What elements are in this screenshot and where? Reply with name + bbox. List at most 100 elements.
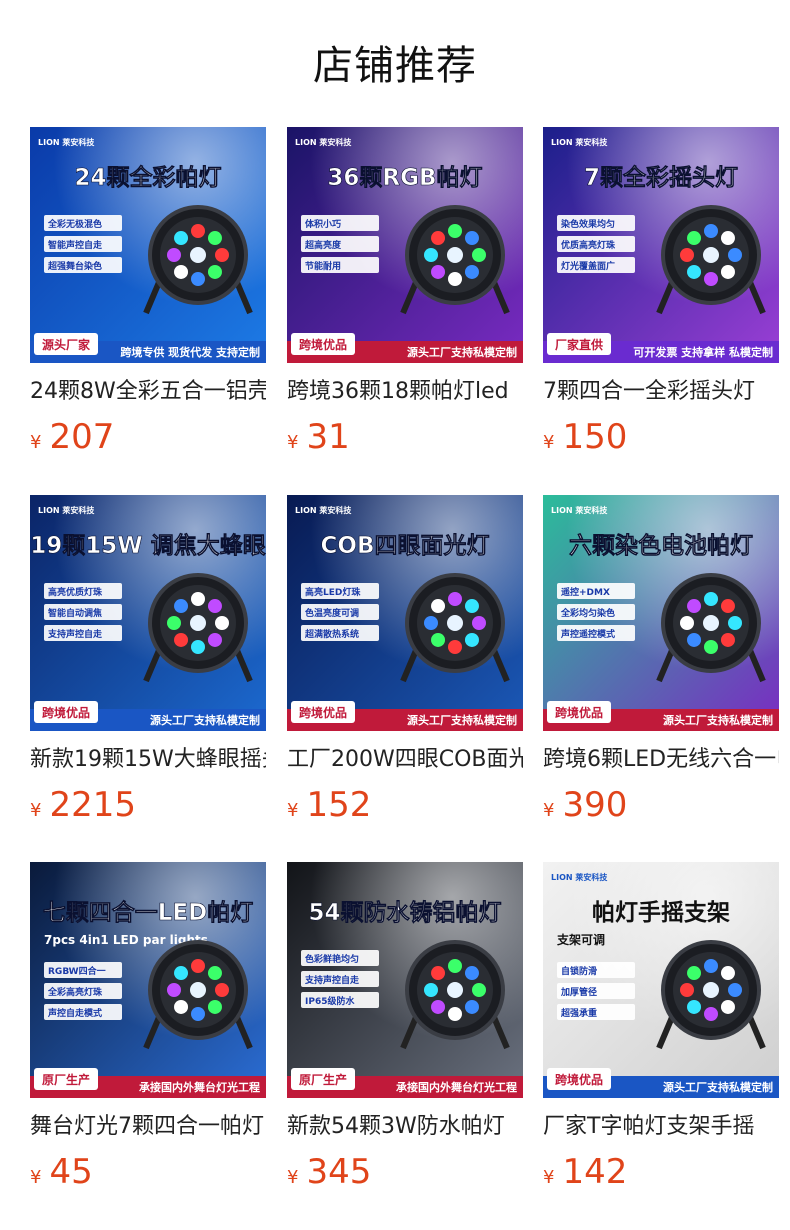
price-value: 45 xyxy=(49,1152,93,1192)
image-badge: 原厂生产 xyxy=(299,1072,347,1087)
product-thumbnail[interactable]: LION 莱安科技 帕灯手摇支架 支架可调 自锁防滑 加厚管径 超强承重 源头工厂支持私模定… xyxy=(543,862,779,1098)
feature-label: IP65级防水 xyxy=(305,995,355,1007)
image-badge: 跨境优品 xyxy=(299,337,347,352)
feature-label: 智能声控自走 xyxy=(48,239,102,251)
image-footer: 源头工厂支持私模定制 xyxy=(663,1080,773,1094)
brand-logo: LION 莱安科技 xyxy=(38,505,95,515)
product-thumbnail[interactable]: 54颗防水铸铝帕灯 色彩鲜艳均匀 支持声控自走 IP65级防水 承接国内外舞台灯光工程 原… xyxy=(287,862,523,1098)
product-thumbnail[interactable]: LION 莱安科技 24颗全彩帕灯 全彩无极混色 智能声控自走 超强舞台染色 跨境专供 现… xyxy=(30,127,266,363)
image-footer: 承接国内外舞台灯光工程 xyxy=(396,1080,517,1094)
currency-symbol: ¥ xyxy=(543,800,555,821)
product-card[interactable]: LION 莱安科技 六颗染色电池帕灯 遥控+DMX 全彩均匀染色 声控遥控模式 源头工厂支… xyxy=(543,495,779,825)
product-thumbnail[interactable]: LION 莱安科技 36颗RGB帕灯 体积小巧 超高亮度 节能耐用 源头工厂支持私模定制 跨… xyxy=(287,127,523,363)
feature-label: RGBW四合一 xyxy=(48,965,106,977)
image-footer: 源头工厂支持私模定制 xyxy=(407,345,517,359)
product-name[interactable]: 跨境36颗18颗帕灯led xyxy=(287,375,523,409)
feature-label: 全彩无极混色 xyxy=(47,218,102,230)
page-title: 店铺推荐 xyxy=(313,43,477,89)
image-headline: 24颗全彩帕灯 xyxy=(74,164,221,191)
feature-label: 高亮LED灯珠 xyxy=(305,586,361,598)
currency-symbol: ¥ xyxy=(30,800,42,821)
battery-par-image: LION 莱安科技六颗染色电池帕灯遥控+DMX 全彩均匀染色声控遥控模式源头工厂支… xyxy=(543,495,779,731)
product-name[interactable]: 24颗8W全彩五合一铝壳帕灯 xyxy=(30,375,266,409)
currency-symbol: ¥ xyxy=(287,1167,299,1188)
currency-symbol: ¥ xyxy=(543,432,555,453)
product-thumbnail[interactable]: LION 莱安科技 COB四眼面光灯 高亮LED灯珠 色温亮度可调 超满散热系统 源头工厂… xyxy=(287,495,523,731)
product-card[interactable]: 七颗四合一LED帕灯 7pcs 4in1 LED par lights RGBW四合… xyxy=(30,862,266,1192)
image-subline: 支架可调 xyxy=(556,932,605,947)
product-card[interactable]: LION 莱安科技 36颗RGB帕灯 体积小巧 超高亮度 节能耐用 源头工厂支持私模定制跨… xyxy=(287,127,523,457)
product-name[interactable]: 新款54颗3W防水帕灯 xyxy=(287,1110,523,1144)
feature-label: 色彩鲜艳均匀 xyxy=(305,953,359,965)
product-name[interactable]: 舞台灯光7颗四合一帕灯 xyxy=(30,1110,266,1144)
image-headline: 六颗染色电池帕灯 xyxy=(569,532,753,559)
image-badge: 跨境优品 xyxy=(555,705,603,720)
feature-label: 加厚管径 xyxy=(560,986,597,998)
product-thumbnail[interactable]: LION 莱安科技 19颗15W 调焦大蜂眼高亮优质灯珠 智能自动调焦 支持声控自走源… xyxy=(30,495,266,731)
product-price: ¥2215 xyxy=(30,785,136,825)
product-thumbnail[interactable]: 七颗四合一LED帕灯 7pcs 4in1 LED par lights RGBW四合… xyxy=(30,862,266,1098)
product-price: ¥152 xyxy=(287,785,371,825)
image-footer: 可开发票 支持拿样 私模定制 xyxy=(633,345,773,359)
product-thumbnail[interactable]: LION 莱安科技 7颗全彩摇头灯 染色效果均匀 优质高亮灯珠 灯光覆盖面广 可开发票 支… xyxy=(543,127,779,363)
product-thumbnail[interactable]: LION 莱安科技 六颗染色电池帕灯 遥控+DMX 全彩均匀染色 声控遥控模式 源头工厂支… xyxy=(543,495,779,731)
brand-logo: LION 莱安科技 xyxy=(295,505,352,515)
product-card[interactable]: LION 莱安科技 COB四眼面光灯 高亮LED灯珠 色温亮度可调 超满散热系统 源头工厂… xyxy=(287,495,523,825)
image-headline: 19颗15W 调焦大蜂眼 xyxy=(30,532,265,559)
product-card[interactable]: LION 莱安科技 24颗全彩帕灯 全彩无极混色 智能声控自走 超强舞台染色 跨境专供 现… xyxy=(30,127,266,457)
image-headline: 36颗RGB帕灯 xyxy=(327,164,482,191)
price-value: 31 xyxy=(306,417,350,457)
image-footer: 源头工厂支持私模定制 xyxy=(150,713,260,727)
image-badge: 跨境优品 xyxy=(42,705,90,720)
product-card[interactable]: LION 莱安科技 帕灯手摇支架 支架可调 自锁防滑 加厚管径 超强承重 源头工厂支持私模定… xyxy=(543,862,779,1192)
price-value: 390 xyxy=(562,785,628,825)
price-value: 2215 xyxy=(49,785,136,825)
cob-light-image: LION 莱安科技 COB四眼面光灯高亮LED灯珠色温亮度可调超满散热系统源头工厂… xyxy=(287,495,523,731)
seven-par-image: 七颗四合一LED帕灯7pcs 4in1 LED par lightsRGBW四合… xyxy=(30,862,266,1098)
product-name[interactable]: 7颗四合一全彩摇头灯 xyxy=(543,375,779,409)
price-value: 142 xyxy=(562,1152,628,1192)
product-card[interactable]: 54颗防水铸铝帕灯 色彩鲜艳均匀 支持声控自走 IP65级防水 承接国内外舞台灯光工程 原… xyxy=(287,862,523,1192)
feature-label: 节能耐用 xyxy=(305,260,341,272)
feature-label: 体积小巧 xyxy=(305,218,341,230)
rgb-par-light-image: LION 莱安科技 36颗RGB帕灯体积小巧超高亮度节能耐用源头工厂支持私模定制 跨… xyxy=(287,127,523,363)
price-value: 150 xyxy=(562,417,628,457)
feature-label: 智能自动调焦 xyxy=(48,607,102,619)
product-name[interactable]: 新款19颗15W大蜂眼摇头灯 xyxy=(30,743,266,777)
feature-label: 超高亮度 xyxy=(304,239,342,251)
feature-label: 全彩高亮灯珠 xyxy=(47,986,103,998)
image-footer: 承接国内外舞台灯光工程 xyxy=(139,1080,260,1094)
feature-label: 超强舞台染色 xyxy=(47,260,102,272)
product-price: ¥31 xyxy=(287,417,350,457)
product-name[interactable]: 厂家T字帕灯支架手摇 xyxy=(543,1110,779,1144)
product-name[interactable]: 跨境6颗LED无线六合一电池帕灯 xyxy=(543,743,779,777)
product-price: ¥390 xyxy=(543,785,627,825)
feature-label: 全彩均匀染色 xyxy=(560,607,615,619)
currency-symbol: ¥ xyxy=(287,432,299,453)
image-footer: 源头工厂支持私模定制 xyxy=(407,713,517,727)
feature-label: 高亮优质灯珠 xyxy=(48,586,103,598)
image-badge: 跨境优品 xyxy=(555,1072,603,1087)
feature-label: 声控遥控模式 xyxy=(560,628,615,640)
image-headline: 七颗四合一LED帕灯 xyxy=(43,899,253,926)
product-price: ¥207 xyxy=(30,417,114,457)
brand-logo: LION 莱安科技 xyxy=(551,137,608,147)
product-card[interactable]: LION 莱安科技 19颗15W 调焦大蜂眼高亮优质灯珠 智能自动调焦 支持声控自走源… xyxy=(30,495,266,825)
feature-label: 声控自走模式 xyxy=(47,1007,102,1019)
image-badge: 厂家直供 xyxy=(555,337,603,352)
feature-label: 遥控+DMX xyxy=(561,586,610,598)
bee-eye-image: LION 莱安科技 19颗15W 调焦大蜂眼高亮优质灯珠智能自动调焦支持声控自走源… xyxy=(30,495,266,731)
product-price: ¥142 xyxy=(543,1152,627,1192)
product-card[interactable]: LION 莱安科技 7颗全彩摇头灯 染色效果均匀 优质高亮灯珠 灯光覆盖面广 可开发票 支… xyxy=(543,127,779,457)
image-badge: 跨境优品 xyxy=(299,705,347,720)
image-footer: 跨境专供 现货代发 支持定制 xyxy=(120,345,260,359)
currency-symbol: ¥ xyxy=(543,1167,555,1188)
price-value: 152 xyxy=(306,785,372,825)
feature-label: 支持声控自走 xyxy=(47,628,102,640)
price-value: 345 xyxy=(306,1152,372,1192)
product-name[interactable]: 工厂200W四眼COB面光灯 xyxy=(287,743,523,777)
image-headline: COB四眼面光灯 xyxy=(321,533,490,559)
brand-logo: LION 莱安科技 xyxy=(551,505,608,515)
light-stand-image: LION 莱安科技帕灯手摇支架支架可调自锁防滑加厚管径超强承重源头工厂支持私模定… xyxy=(543,862,779,1098)
feature-label: 自锁防滑 xyxy=(561,965,597,977)
